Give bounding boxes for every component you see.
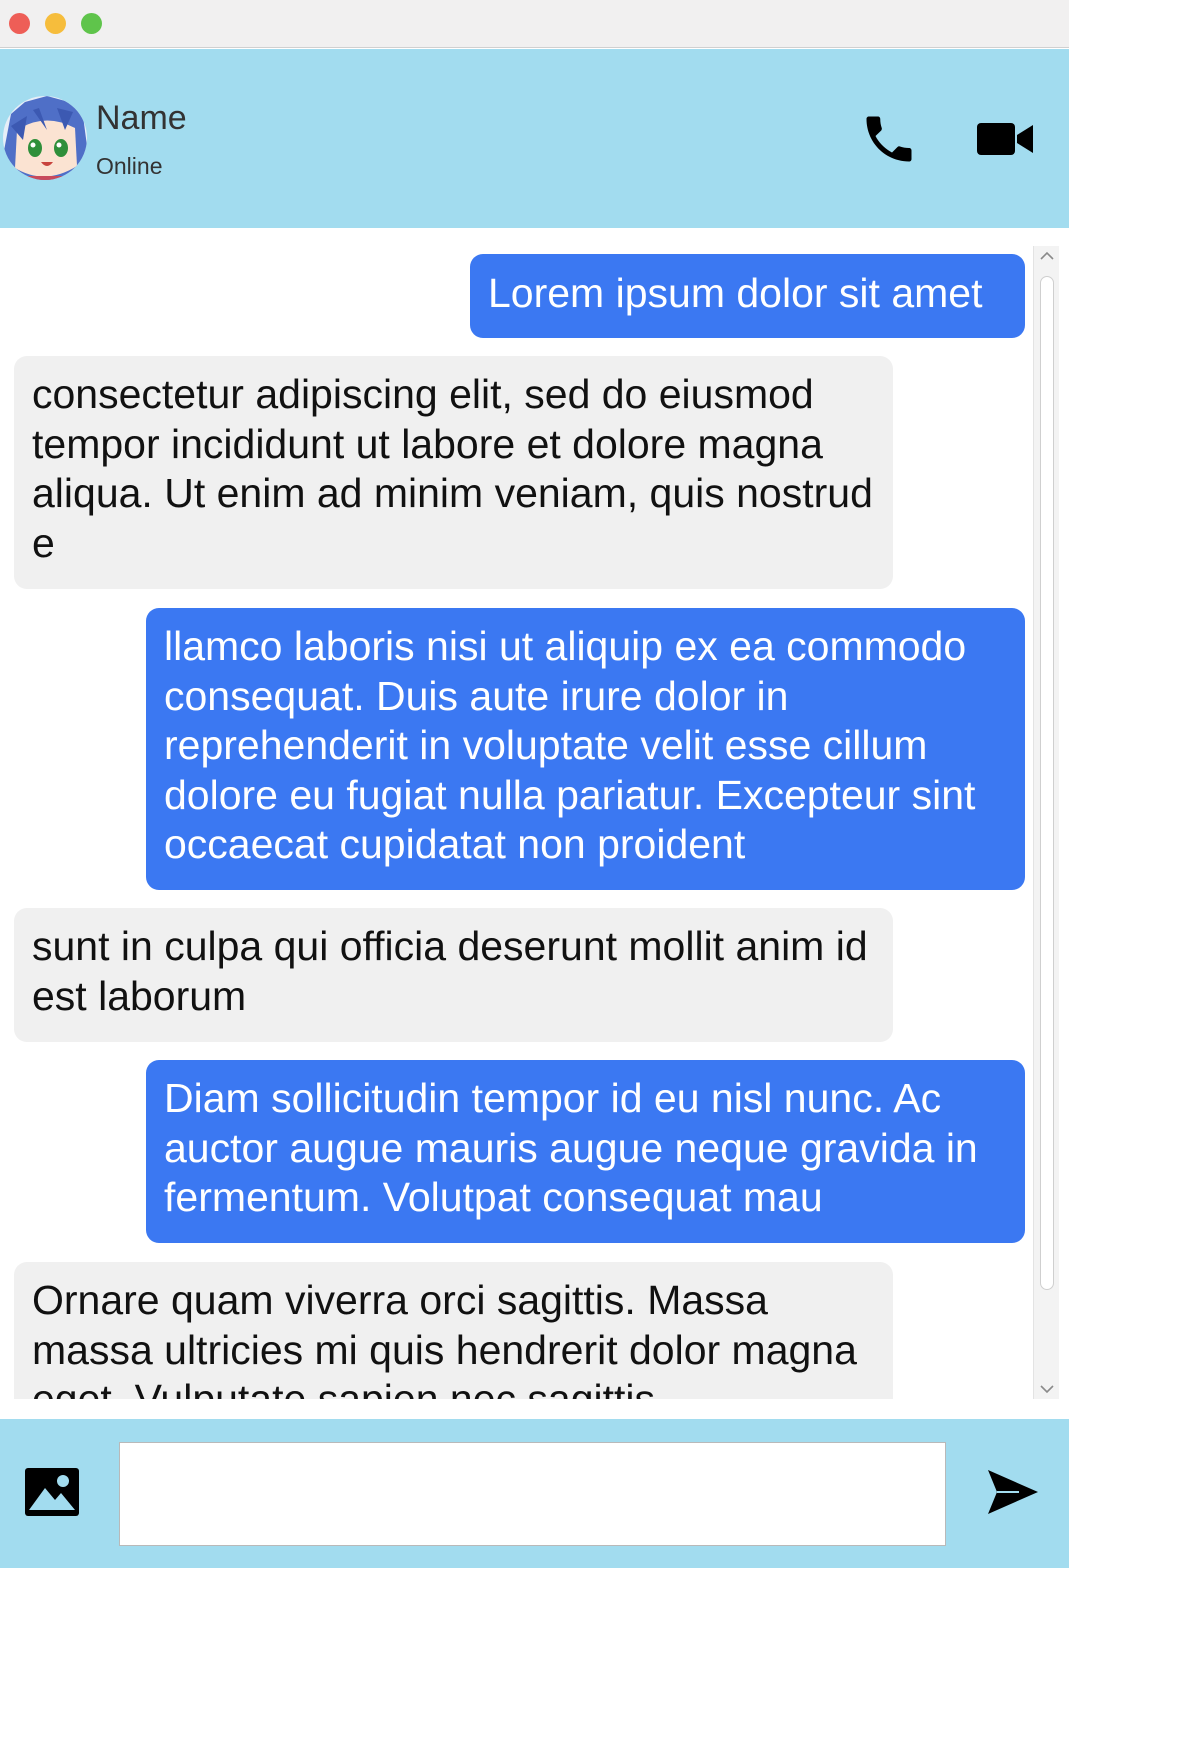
scroll-down-arrow-icon[interactable] [1039, 1382, 1055, 1396]
message-outgoing: Lorem ipsum dolor sit amet [470, 254, 1025, 338]
message-outgoing: llamco laboris nisi ut aliquip ex ea com… [146, 608, 1025, 890]
phone-icon [866, 116, 912, 162]
contact-name: Name [96, 99, 187, 137]
image-icon [25, 1468, 79, 1516]
message-incoming: sunt in culpa qui officia deserunt molli… [14, 908, 893, 1042]
send-button[interactable] [985, 1467, 1041, 1517]
contact-avatar[interactable] [3, 96, 87, 180]
composer-bar [0, 1419, 1069, 1568]
window-title-bar [0, 0, 1069, 48]
video-call-button[interactable] [975, 115, 1035, 163]
scroll-up-arrow-icon[interactable] [1039, 249, 1055, 263]
contact-status: Online [96, 153, 163, 179]
video-camera-icon [977, 123, 1033, 155]
attach-image-button[interactable] [23, 1466, 81, 1518]
message-outgoing: Diam sollicitudin tempor id eu nisl nunc… [146, 1060, 1025, 1243]
close-window-button[interactable] [9, 13, 30, 34]
minimize-window-button[interactable] [45, 13, 66, 34]
scrollbar-thumb[interactable] [1040, 276, 1054, 1290]
message-list[interactable]: Lorem ipsum dolor sit amet consectetur a… [0, 228, 1069, 1399]
message-incoming: Ornare quam viverra orci sagittis. Massa… [14, 1262, 893, 1399]
message-incoming: consectetur adipiscing elit, sed do eius… [14, 356, 893, 589]
message-input[interactable] [119, 1442, 946, 1546]
voice-call-button[interactable] [858, 109, 920, 169]
chat-header: Name Online [0, 49, 1069, 228]
message-list-scrollbar[interactable] [1033, 246, 1059, 1399]
send-icon [988, 1470, 1038, 1514]
zoom-window-button[interactable] [81, 13, 102, 34]
